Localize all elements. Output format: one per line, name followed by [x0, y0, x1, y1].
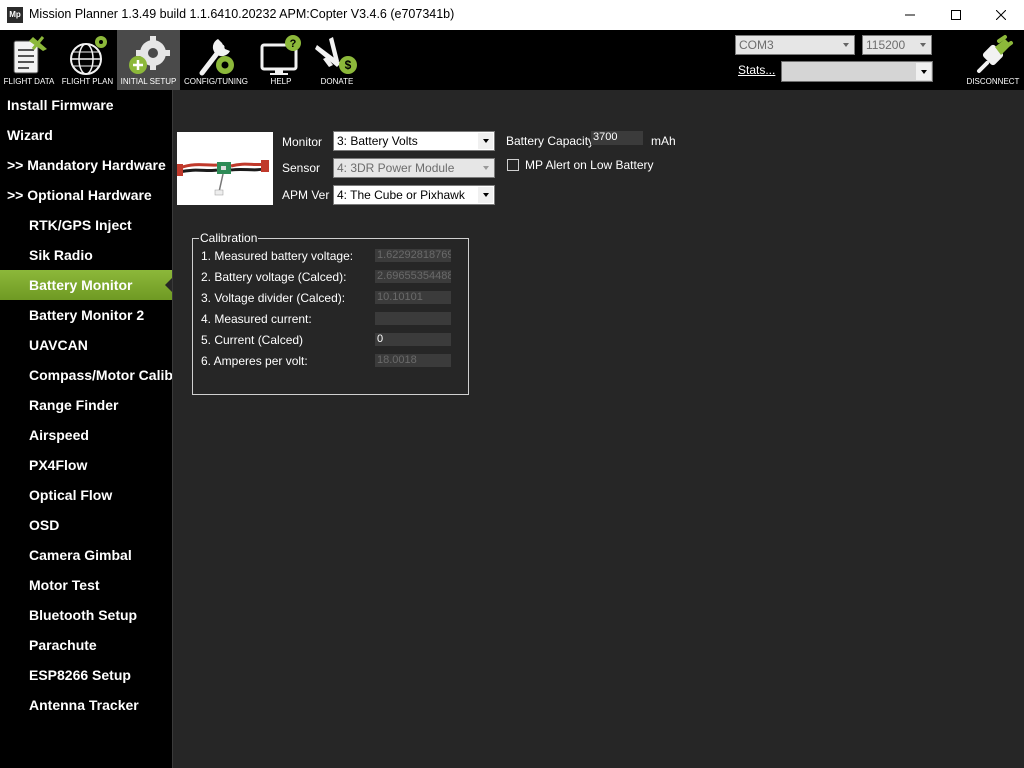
- baud-rate-value: 115200: [866, 38, 906, 52]
- calibration-row-value[interactable]: 10.10101: [375, 291, 451, 304]
- apm-ver-select[interactable]: 4: The Cube or Pixhawk: [333, 185, 495, 205]
- chevron-down-icon: [478, 133, 493, 149]
- sidebar-item-motor-test[interactable]: Motor Test: [0, 570, 172, 600]
- donate-label: DONATE: [320, 77, 354, 86]
- sidebar-item-mandatory-hardware[interactable]: >> Mandatory Hardware: [0, 150, 172, 180]
- capacity-unit-label: mAh: [651, 134, 676, 148]
- disconnect-label: DISCONNECT: [966, 77, 1020, 86]
- sidebar-item-osd[interactable]: OSD: [0, 510, 172, 540]
- minimize-icon: [905, 14, 915, 16]
- help-label: HELP: [270, 77, 292, 86]
- flight-data-label: FLIGHT DATA: [3, 77, 55, 86]
- chevron-down-icon: [916, 63, 931, 80]
- donate-icon: $: [315, 37, 357, 74]
- flight-plan-label: FLIGHT PLAN: [61, 77, 114, 86]
- calibration-row-label: 2. Battery voltage (Calced):: [201, 270, 347, 284]
- calibration-title: Calibration: [199, 231, 259, 245]
- sidebar-item-range-finder[interactable]: Range Finder: [0, 390, 172, 420]
- close-button[interactable]: [978, 0, 1024, 30]
- chevron-down-icon: [915, 36, 931, 54]
- disconnect-button[interactable]: DISCONNECT: [962, 30, 1024, 90]
- setup-sidebar: Install Firmware Wizard >> Mandatory Hardw…: [0, 90, 173, 768]
- battery-monitor-panel: Monitor 3: Battery Volts Sensor 4: 3DR P…: [172, 90, 1024, 768]
- sidebar-item-install-firmware[interactable]: Install Firmware: [0, 90, 172, 120]
- chevron-down-icon: [478, 160, 493, 176]
- help-icon: ?: [260, 35, 301, 75]
- sensor-label: Sensor: [282, 161, 321, 175]
- power-module-image: [177, 132, 273, 205]
- calibration-row-value[interactable]: 2.69655354488: [375, 270, 451, 283]
- calibration-row-value[interactable]: 0: [375, 333, 451, 346]
- close-icon: [996, 10, 1006, 20]
- sidebar-item-uavcan[interactable]: UAVCAN: [0, 330, 172, 360]
- sidebar-item-optical-flow[interactable]: Optical Flow: [0, 480, 172, 510]
- baud-rate-select[interactable]: 115200: [862, 35, 932, 55]
- battery-capacity-input[interactable]: 3700: [591, 131, 643, 145]
- sidebar-item-sik-radio[interactable]: Sik Radio: [0, 240, 172, 270]
- calibration-row-label: 4. Measured current:: [201, 312, 312, 326]
- window-title: Mission Planner 1.3.49 build 1.1.6410.20…: [29, 7, 455, 21]
- sidebar-item-airspeed[interactable]: Airspeed: [0, 420, 172, 450]
- chevron-down-icon: [478, 187, 493, 203]
- apm-ver-value: 4: The Cube or Pixhawk: [337, 188, 465, 202]
- sidebar-item-wizard[interactable]: Wizard: [0, 120, 172, 150]
- mp-alert-label: MP Alert on Low Battery: [525, 158, 654, 172]
- sidebar-item-bluetooth-setup[interactable]: Bluetooth Setup: [0, 600, 172, 630]
- monitor-value: 3: Battery Volts: [337, 134, 418, 148]
- svg-text:$: $: [345, 58, 352, 72]
- sidebar-item-battery-monitor[interactable]: Battery Monitor: [0, 270, 172, 300]
- sidebar-item-px4flow[interactable]: PX4Flow: [0, 450, 172, 480]
- sidebar-item-battery-monitor-2[interactable]: Battery Monitor 2: [0, 300, 172, 330]
- donate-button[interactable]: $ DONATE: [310, 30, 364, 90]
- maximize-button[interactable]: [933, 0, 979, 30]
- monitor-label: Monitor: [282, 135, 323, 149]
- sidebar-item-camera-gimbal[interactable]: Camera Gimbal: [0, 540, 172, 570]
- flight-data-icon: [13, 36, 47, 74]
- calibration-row-label: 1. Measured battery voltage:: [201, 249, 354, 263]
- apm-ver-label: APM Ver: [282, 188, 330, 202]
- com-port-select[interactable]: COM3: [735, 35, 855, 55]
- minimize-button[interactable]: [887, 0, 933, 30]
- calibration-row-label: 5. Current (Calced): [201, 333, 304, 347]
- com-port-value: COM3: [739, 38, 774, 52]
- initial-setup-label: INITIAL SETUP: [120, 77, 177, 86]
- config-tuning-label: CONFIG/TUNING: [184, 77, 248, 86]
- sidebar-item-esp8266-setup[interactable]: ESP8266 Setup: [0, 660, 172, 690]
- title-bar: Mp Mission Planner 1.3.49 build 1.1.6410…: [0, 0, 1024, 30]
- sidebar-item-antenna-tracker[interactable]: Antenna Tracker: [0, 690, 172, 720]
- chevron-down-icon: [838, 36, 854, 54]
- sidebar-item-optional-hardware[interactable]: >> Optional Hardware: [0, 180, 172, 210]
- battery-capacity-label: Battery Capacity: [506, 134, 595, 148]
- calibration-row-label: 3. Voltage divider (Calced):: [201, 291, 346, 305]
- sensor-select[interactable]: 4: 3DR Power Module: [333, 158, 495, 178]
- stats-link[interactable]: Stats...: [738, 63, 775, 77]
- config-tuning-icon: [199, 39, 234, 76]
- initial-setup-icon: [128, 36, 170, 74]
- monitor-select[interactable]: 3: Battery Volts: [333, 131, 495, 151]
- disconnect-plug-icon: [977, 35, 1013, 73]
- sidebar-item-parachute[interactable]: Parachute: [0, 630, 172, 660]
- flight-data-button[interactable]: FLIGHT DATA: [0, 30, 58, 90]
- maximize-icon: [951, 10, 961, 20]
- app-logo-icon: Mp: [7, 7, 23, 23]
- flight-plan-button[interactable]: FLIGHT PLAN: [58, 30, 117, 90]
- svg-text:?: ?: [290, 38, 297, 50]
- calibration-group: Calibration 1. Measured battery voltage:…: [192, 231, 469, 395]
- calibration-row-label: 6. Amperes per volt:: [201, 354, 308, 368]
- calibration-row-value[interactable]: [375, 312, 451, 325]
- help-button[interactable]: ? HELP: [252, 30, 310, 90]
- sensor-value: 4: 3DR Power Module: [337, 161, 455, 175]
- sidebar-item-compass-motor-calib[interactable]: Compass/Motor Calib: [0, 360, 173, 390]
- initial-setup-button[interactable]: INITIAL SETUP: [117, 30, 180, 90]
- stats-select[interactable]: [781, 61, 933, 82]
- calibration-row-value[interactable]: 18.0018: [375, 354, 451, 367]
- sidebar-item-rtk-gps-inject[interactable]: RTK/GPS Inject: [0, 210, 172, 240]
- flight-plan-icon: [69, 36, 107, 75]
- calibration-row-value[interactable]: 1.62292818769: [375, 249, 451, 262]
- config-tuning-button[interactable]: CONFIG/TUNING: [182, 30, 250, 90]
- mp-alert-checkbox[interactable]: [507, 159, 519, 171]
